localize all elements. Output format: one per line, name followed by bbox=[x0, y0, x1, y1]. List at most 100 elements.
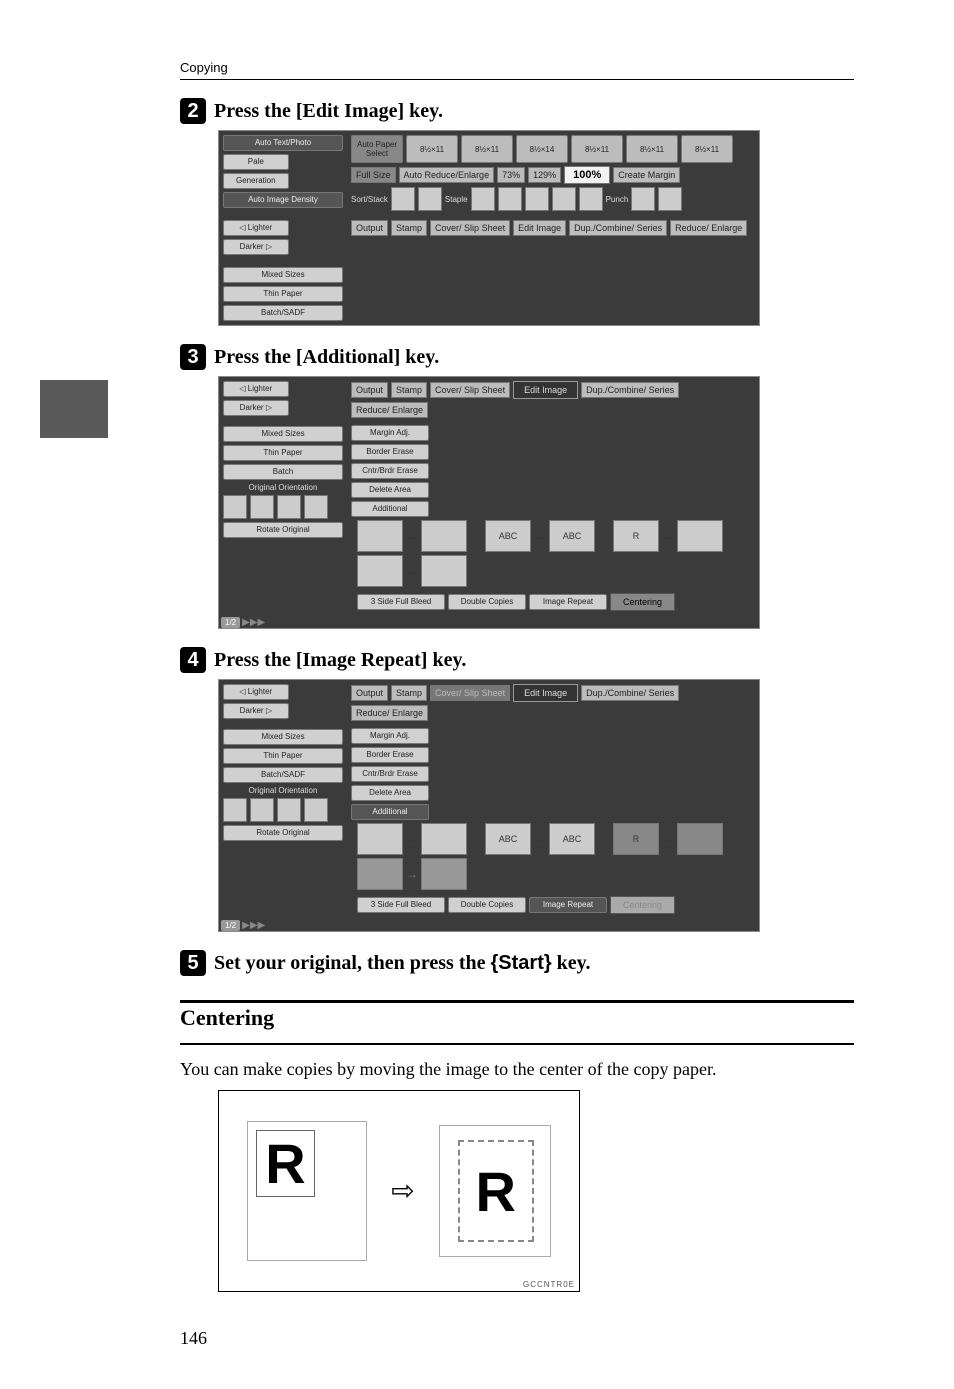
mode-icon[interactable] bbox=[421, 520, 467, 552]
batch-button[interactable]: Batch bbox=[223, 464, 343, 480]
dup-combine-tab[interactable]: Dup./Combine/ Series bbox=[581, 685, 679, 701]
image-repeat-button[interactable]: Image Repeat bbox=[529, 594, 607, 610]
edit-image-tab-selected[interactable]: Edit Image bbox=[513, 684, 578, 702]
thin-paper-button[interactable]: Thin Paper bbox=[223, 286, 343, 302]
abc-mode-icon[interactable]: ABC bbox=[549, 520, 595, 552]
zoom-73-button[interactable]: 73% bbox=[497, 167, 525, 183]
image-repeat-button-selected[interactable]: Image Repeat bbox=[529, 897, 607, 913]
abc-mode-icon[interactable]: ABC bbox=[549, 823, 595, 855]
reduce-enlarge-tab[interactable]: Reduce/ Enlarge bbox=[670, 220, 747, 236]
reduce-enlarge-tab[interactable]: Reduce/ Enlarge bbox=[351, 705, 428, 721]
margin-adj-button[interactable]: Margin Adj. bbox=[351, 728, 429, 744]
edit-image-tab[interactable]: Edit Image bbox=[513, 220, 566, 236]
orientation-icon[interactable] bbox=[304, 495, 328, 519]
output-tab[interactable]: Output bbox=[351, 220, 388, 236]
delete-area-button[interactable]: Delete Area bbox=[351, 482, 429, 498]
lighter-button[interactable]: ◁ Lighter bbox=[223, 684, 289, 700]
lighter-button[interactable]: ◁ Lighter bbox=[223, 381, 289, 397]
mode-icon[interactable] bbox=[357, 823, 403, 855]
staple-icon[interactable] bbox=[471, 187, 495, 211]
repeat-mode-icon[interactable] bbox=[677, 520, 723, 552]
punch-icon[interactable] bbox=[658, 187, 682, 211]
dup-combine-tab[interactable]: Dup./Combine/ Series bbox=[581, 382, 679, 398]
centering-button[interactable]: Centering bbox=[610, 593, 675, 611]
darker-button[interactable]: Darker ▷ bbox=[223, 400, 289, 416]
cntr-brdr-erase-button[interactable]: Cntr/Brdr Erase bbox=[351, 766, 429, 782]
next-page-icon[interactable]: ▶▶▶ bbox=[242, 617, 265, 628]
stack-icon[interactable] bbox=[418, 187, 442, 211]
orientation-icon[interactable] bbox=[250, 495, 274, 519]
delete-area-button[interactable]: Delete Area bbox=[351, 785, 429, 801]
mixed-sizes-button[interactable]: Mixed Sizes bbox=[223, 426, 343, 442]
cover-slip-tab[interactable]: Cover/ Slip Sheet bbox=[430, 382, 510, 398]
orientation-icon[interactable] bbox=[223, 798, 247, 822]
batch-sadf-button[interactable]: Batch/SADF bbox=[223, 305, 343, 321]
dup-combine-tab[interactable]: Dup./Combine/ Series bbox=[569, 220, 667, 236]
rotate-original-button[interactable]: Rotate Original bbox=[223, 522, 343, 538]
thin-paper-button[interactable]: Thin Paper bbox=[223, 748, 343, 764]
darker-button[interactable]: Darker ▷ bbox=[223, 703, 289, 719]
mode-icon[interactable] bbox=[357, 520, 403, 552]
stamp-tab[interactable]: Stamp bbox=[391, 220, 427, 236]
edit-image-tab-selected[interactable]: Edit Image bbox=[513, 381, 578, 399]
auto-image-density-button[interactable]: Auto Image Density bbox=[223, 192, 343, 208]
stamp-tab[interactable]: Stamp bbox=[391, 382, 427, 398]
three-side-full-bleed-button[interactable]: 3 Side Full Bleed bbox=[357, 594, 445, 610]
orientation-icon[interactable] bbox=[277, 495, 301, 519]
orientation-icon[interactable] bbox=[277, 798, 301, 822]
paper-size-button[interactable]: 8½×11 bbox=[626, 135, 678, 163]
mixed-sizes-button[interactable]: Mixed Sizes bbox=[223, 729, 343, 745]
repeat-mode-icon-selected[interactable] bbox=[677, 823, 723, 855]
auto-reduce-enlarge-button[interactable]: Auto Reduce/Enlarge bbox=[399, 167, 495, 183]
double-copies-button[interactable]: Double Copies bbox=[448, 594, 526, 610]
output-tab[interactable]: Output bbox=[351, 382, 388, 398]
staple-icon[interactable] bbox=[579, 187, 603, 211]
orientation-icon[interactable] bbox=[223, 495, 247, 519]
orientation-icon[interactable] bbox=[304, 798, 328, 822]
paper-size-button[interactable]: 8½×11 bbox=[406, 135, 458, 163]
staple-icon[interactable] bbox=[552, 187, 576, 211]
border-erase-button[interactable]: Border Erase bbox=[351, 444, 429, 460]
repeat-mode-icon[interactable]: R bbox=[613, 520, 659, 552]
center-mode-icon[interactable] bbox=[421, 555, 467, 587]
center-mode-icon[interactable] bbox=[357, 555, 403, 587]
three-side-full-bleed-button[interactable]: 3 Side Full Bleed bbox=[357, 897, 445, 913]
rotate-original-button[interactable]: Rotate Original bbox=[223, 825, 343, 841]
paper-size-button[interactable]: 8½×14 bbox=[516, 135, 568, 163]
abc-mode-icon[interactable]: ABC bbox=[485, 823, 531, 855]
paper-size-button[interactable]: 8½×11 bbox=[571, 135, 623, 163]
cover-slip-tab[interactable]: Cover/ Slip Sheet bbox=[430, 220, 510, 236]
lighter-button[interactable]: ◁ Lighter bbox=[223, 220, 289, 236]
abc-mode-icon[interactable]: ABC bbox=[485, 520, 531, 552]
orientation-icon[interactable] bbox=[250, 798, 274, 822]
thin-paper-button[interactable]: Thin Paper bbox=[223, 445, 343, 461]
staple-icon[interactable] bbox=[498, 187, 522, 211]
punch-icon[interactable] bbox=[631, 187, 655, 211]
auto-paper-select-button[interactable]: Auto Paper Select bbox=[351, 135, 403, 163]
cntr-brdr-erase-button[interactable]: Cntr/Brdr Erase bbox=[351, 463, 429, 479]
reduce-enlarge-tab[interactable]: Reduce/ Enlarge bbox=[351, 402, 428, 418]
border-erase-button[interactable]: Border Erase bbox=[351, 747, 429, 763]
create-margin-button[interactable]: Create Margin bbox=[613, 167, 680, 183]
batch-sadf-button[interactable]: Batch/SADF bbox=[223, 767, 343, 783]
output-tab[interactable]: Output bbox=[351, 685, 388, 701]
mixed-sizes-button[interactable]: Mixed Sizes bbox=[223, 267, 343, 283]
additional-button[interactable]: Additional bbox=[351, 501, 429, 517]
darker-button[interactable]: Darker ▷ bbox=[223, 239, 289, 255]
paper-size-button[interactable]: 8½×11 bbox=[461, 135, 513, 163]
pale-button[interactable]: Pale bbox=[223, 154, 289, 170]
zoom-129-button[interactable]: 129% bbox=[528, 167, 561, 183]
sort-icon[interactable] bbox=[391, 187, 415, 211]
next-page-icon[interactable]: ▶▶▶ bbox=[242, 920, 265, 931]
stamp-tab[interactable]: Stamp bbox=[391, 685, 427, 701]
paper-size-button[interactable]: 8½×11 bbox=[681, 135, 733, 163]
staple-icon[interactable] bbox=[525, 187, 549, 211]
double-copies-button[interactable]: Double Copies bbox=[448, 897, 526, 913]
margin-adj-button[interactable]: Margin Adj. bbox=[351, 425, 429, 441]
additional-button-selected[interactable]: Additional bbox=[351, 804, 429, 820]
repeat-mode-icon-selected[interactable]: R bbox=[613, 823, 659, 855]
full-size-button[interactable]: Full Size bbox=[351, 167, 396, 183]
generation-button[interactable]: Generation bbox=[223, 173, 289, 189]
mode-icon[interactable] bbox=[421, 823, 467, 855]
auto-text-photo-button[interactable]: Auto Text/Photo bbox=[223, 135, 343, 151]
